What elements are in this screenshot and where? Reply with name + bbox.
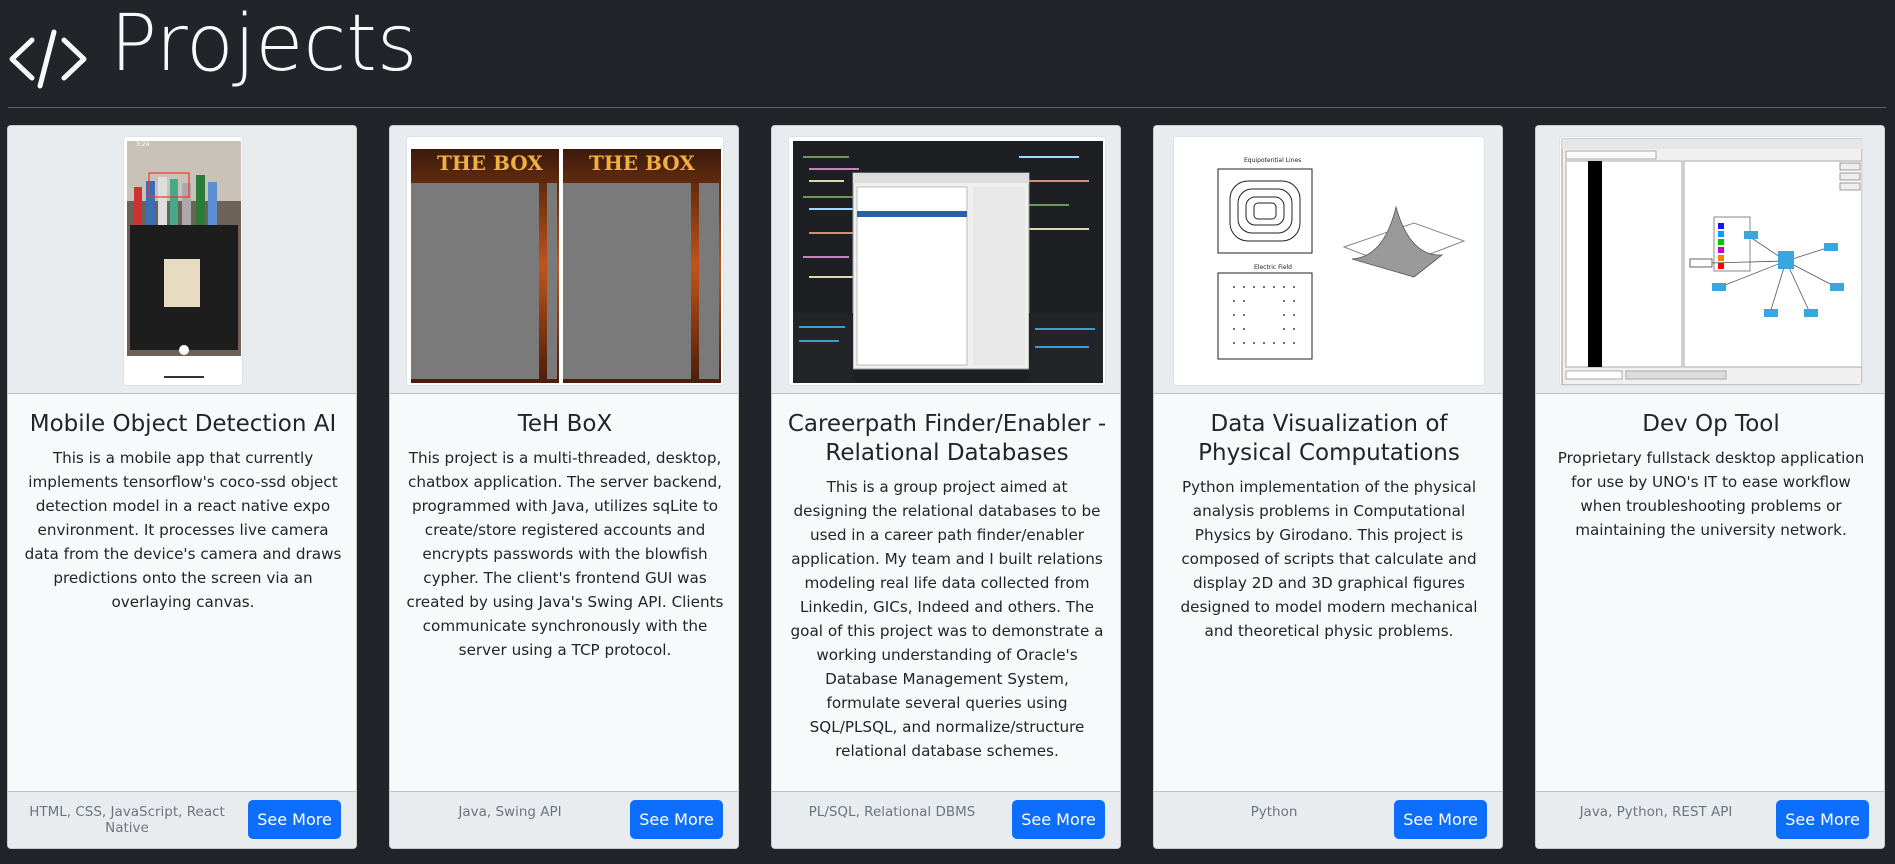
see-more-button[interactable]: See More (1012, 800, 1105, 839)
see-more-button[interactable]: See More (1776, 800, 1869, 839)
box-title-left: THE BOX (437, 151, 543, 175)
header-divider (8, 107, 1886, 108)
see-more-button[interactable]: See More (630, 800, 723, 839)
card-image-area: THE BOX THE BOX (390, 126, 738, 394)
project-screenshot: 3:24 (123, 136, 243, 386)
tech-stack: HTML, CSS, JavaScript, React Native (29, 804, 225, 836)
page-header: Projects (0, 0, 1895, 109)
phone-time: 3:24 (136, 141, 150, 148)
project-card: 3:24 Mobile Object Detection AI This is … (7, 125, 357, 849)
see-more-button[interactable]: See More (1394, 800, 1487, 839)
card-image-area: Equipotential Lines Electric Field (1154, 126, 1502, 394)
tech-stack: Python (1250, 804, 1298, 820)
project-card: Dev Op Tool Proprietary fullstack deskto… (1535, 125, 1885, 849)
plot-title-bottom: Electric Field (1254, 264, 1292, 271)
card-description: This is a group project aimed at designi… (790, 478, 1104, 760)
card-description: This is a mobile app that currently impl… (24, 449, 342, 611)
card-image-area: 3:24 (8, 126, 356, 394)
card-title: Dev Op Tool (1642, 411, 1780, 437)
card-description: This project is a multi-threaded, deskto… (406, 449, 724, 659)
page-title: Projects (110, 0, 418, 89)
project-screenshot: THE BOX THE BOX (406, 136, 724, 386)
card-title: Data Visualization of Physical Computati… (1198, 411, 1460, 466)
card-footer: HTML, CSS, JavaScript, React Native See … (8, 791, 356, 848)
tech-stack: PL/SQL, Relational DBMS (808, 804, 976, 820)
card-footer: PL/SQL, Relational DBMS See More (772, 791, 1120, 848)
card-title: Careerpath Finder/Enabler - Relational D… (787, 411, 1107, 466)
project-card: Equipotential Lines Electric Field Data … (1153, 125, 1503, 849)
card-image-area (772, 126, 1120, 394)
project-card: THE BOX THE BOX TeH BoX This project is … (389, 125, 739, 849)
code-icon (9, 29, 87, 89)
project-screenshot (788, 136, 1106, 386)
card-title: TeH BoX (517, 411, 613, 437)
card-footer: Python See More (1154, 791, 1502, 848)
plot-title-top: Equipotential Lines (1244, 157, 1302, 164)
card-description: Python implementation of the physical an… (1180, 478, 1478, 640)
project-screenshot (1559, 136, 1863, 386)
card-description: Proprietary fullstack desktop applicatio… (1557, 449, 1865, 539)
card-footer: Java, Swing API See More (390, 791, 738, 848)
project-screenshot: Equipotential Lines Electric Field (1173, 136, 1485, 386)
card-image-area (1536, 126, 1884, 394)
project-card: Careerpath Finder/Enabler - Relational D… (771, 125, 1121, 849)
tech-stack: Java, Python, REST API (1579, 804, 1733, 820)
box-title-right: THE BOX (589, 151, 695, 175)
card-footer: Java, Python, REST API See More (1536, 791, 1884, 848)
see-more-button[interactable]: See More (248, 800, 341, 839)
tech-stack: Java, Swing API (458, 804, 562, 820)
card-title: Mobile Object Detection AI (29, 411, 337, 437)
